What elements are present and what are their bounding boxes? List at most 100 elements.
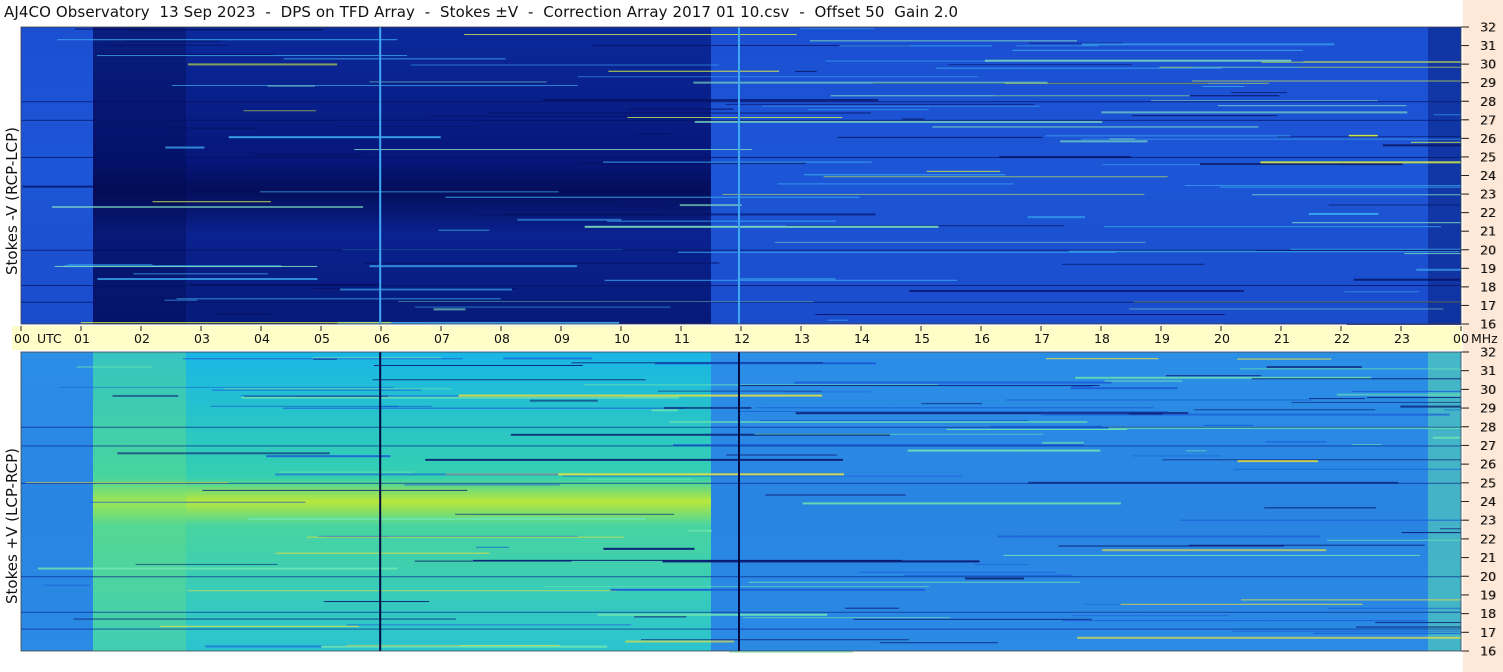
interference-streak [1328,204,1461,206]
interference-streak [737,277,836,280]
y-tick-label: 18 [1480,279,1496,294]
y-tick-label: 23 [1480,513,1496,528]
interference-streak [754,433,1044,435]
interference-line [21,156,1461,158]
y-tick-label: 32 [1480,20,1496,35]
interference-streak [785,391,872,393]
interference-streak [1103,226,1442,228]
y-tick-label: 16 [1480,317,1496,332]
interference-streak [22,185,94,188]
y-tick-label: 17 [1480,625,1496,640]
interference-streak [1265,441,1327,443]
interference-streak [562,475,963,477]
x-unit-right: MHz [1471,331,1498,346]
interference-streak [1102,549,1327,552]
interference-streak [243,110,317,112]
interference-streak [404,484,560,486]
interference-streak [722,193,1145,195]
interference-streak [1444,409,1461,411]
interference-streak [1240,368,1461,370]
interference-line [21,285,1461,287]
interference-streak [902,118,925,120]
interference-streak [100,54,274,56]
interference-streak [135,563,278,565]
interference-streak [1101,111,1408,114]
interference-streak [800,28,875,30]
interference-streak [542,99,879,102]
interference-streak [809,40,1077,42]
interference-streak [80,322,392,324]
interference-streak [283,58,506,60]
interference-streak [757,407,1154,409]
interference-streak [742,617,951,619]
interference-streak [620,206,667,208]
interference-streak [625,640,735,643]
interference-streak [935,67,1223,69]
x-tick-label: 16 [974,331,990,346]
interference-streak [1192,66,1300,68]
interference-streak [726,454,837,456]
interference-line [21,101,1461,103]
interference-streak [165,146,205,149]
interference-streak [1004,82,1269,84]
interference-streak [946,428,1128,430]
interference-streak [475,214,659,216]
interference-streak [853,618,1092,620]
interference-streak [171,85,578,87]
interference-streak [1404,253,1461,255]
interference-streak [1166,375,1262,377]
interference-streak [414,306,671,308]
interference-streak [694,120,1103,123]
interference-streak [636,133,671,135]
y-tick-label: 23 [1480,187,1496,202]
interference-streak [244,395,389,397]
interference-streak [1410,141,1461,143]
interference-streak [216,313,271,316]
interference-streak [475,546,509,548]
interference-streak [1062,263,1205,265]
interference-streak [1367,397,1461,399]
interference-streak [1109,138,1136,140]
interference-streak [129,28,323,31]
interference-streak [59,386,395,388]
interference-streak [1401,532,1461,534]
interference-streak [802,502,1121,505]
interference-streak [1077,636,1461,639]
interference-line [21,576,1461,578]
interference-streak [774,241,1146,243]
interference-streak [815,313,1225,315]
interference-streak [984,59,1292,62]
x-tick-label: 01 [74,331,90,346]
interference-streak [603,161,872,163]
interference-streak [372,379,646,381]
interference-streak [125,40,222,42]
interference-streak [634,616,687,618]
interference-streak [339,126,475,128]
interference-streak [429,115,633,117]
vertical-event-line [379,27,382,324]
interference-streak [1194,409,1376,411]
interference-streak [211,389,421,391]
x-tick-label: 08 [494,331,510,346]
y-tick-label: 24 [1480,494,1496,509]
interference-streak [1291,401,1461,403]
interference-streak [312,357,442,359]
interference-streak [586,478,694,480]
interference-streak [948,64,1132,66]
interference-streak [1375,622,1461,624]
interference-streak [1292,222,1461,224]
interference-streak [845,607,900,609]
interference-streak [1400,405,1461,408]
y-tick-label: 27 [1480,112,1496,127]
interference-streak [803,174,1006,176]
interference-streak [283,407,685,409]
interference-streak [907,449,1101,452]
interference-streak [1132,115,1278,117]
interference-streak [1416,268,1461,271]
interference-streak [1309,398,1366,400]
interference-streak [1042,441,1084,444]
x-tick-label: 19 [1154,331,1170,346]
interference-streak [765,494,906,496]
interference-streak [275,552,490,554]
interference-streak [266,455,391,458]
